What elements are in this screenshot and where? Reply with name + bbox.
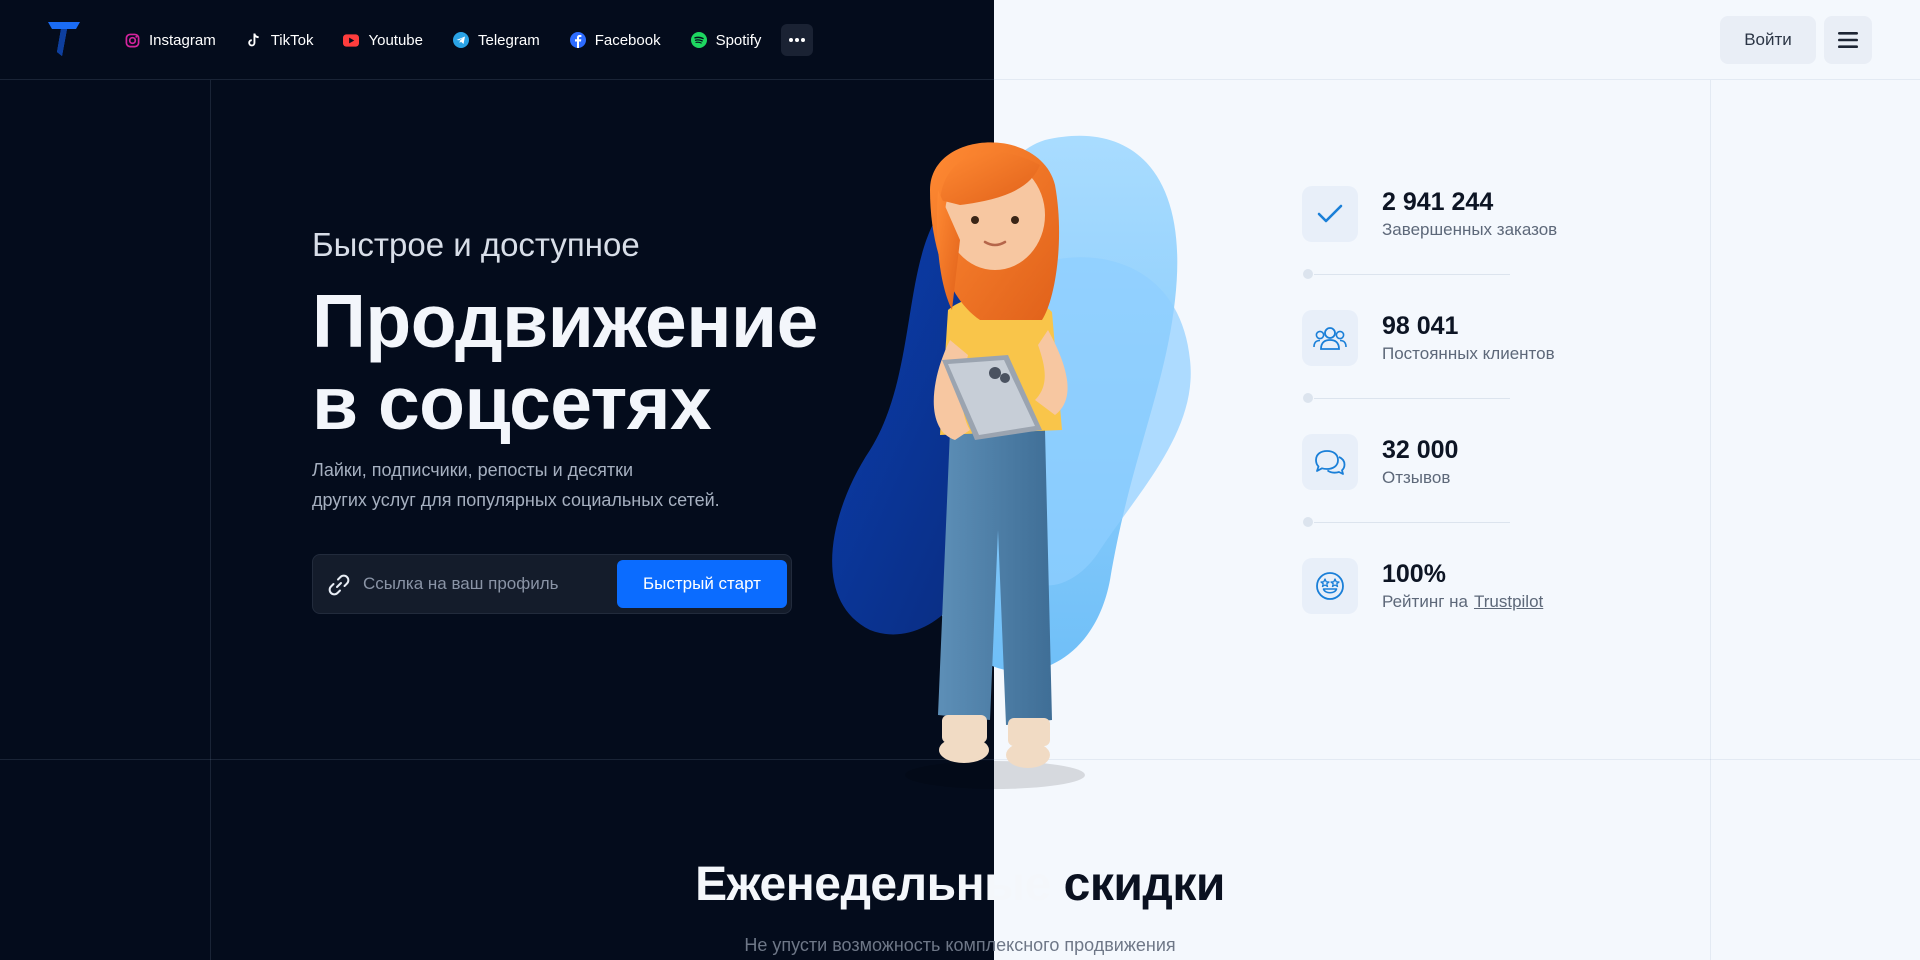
users-icon — [1313, 327, 1347, 350]
stat-icon-box — [1302, 558, 1358, 614]
tiktok-icon — [246, 32, 262, 48]
weekly-discounts-subtitle: Не упусти возможность комплексного продв… — [744, 935, 1176, 955]
nav-facebook[interactable]: Facebook — [569, 31, 661, 49]
quick-start-button[interactable]: Быстрый старт — [617, 560, 787, 608]
nav-youtube[interactable]: Youtube — [343, 32, 423, 49]
checkmark-icon — [1317, 204, 1343, 223]
stat-value: 32 000 — [1382, 436, 1459, 464]
nav-label: Spotify — [715, 31, 762, 49]
hero-description: Лайки, подписчики, репосты и десятки дру… — [312, 455, 782, 515]
nav-instagram[interactable]: Instagram — [124, 32, 216, 49]
telegram-icon — [453, 32, 469, 48]
hero-title-line: Продвижение — [312, 279, 818, 363]
stat-label-text: Рейтинг на — [1382, 592, 1468, 611]
section-title-part: Еженедельные — [695, 858, 1051, 911]
star-struck-face-icon — [1316, 572, 1344, 600]
stat-value: 100% — [1382, 560, 1446, 588]
nav-label: Facebook — [594, 31, 661, 49]
stat-value: 2 941 244 — [1382, 188, 1494, 216]
profile-link-input[interactable] — [363, 569, 613, 599]
stat-label: Завершенных заказов — [1382, 220, 1558, 239]
nav-label: Instagram — [149, 31, 216, 49]
nav-label: Youtube — [368, 31, 423, 49]
hero-kicker: Быстрое и доступное — [312, 226, 640, 263]
hero-character-illustration — [832, 135, 1191, 789]
quick-start-form: Быстрый старт — [312, 554, 792, 614]
stat-divider — [1302, 268, 1510, 280]
section-title-part: скидки — [1063, 858, 1226, 911]
header-divider — [0, 79, 1920, 80]
trustpilot-link[interactable]: Trustpilot — [1474, 592, 1543, 611]
more-dots-icon — [789, 38, 806, 42]
nav-label: TikTok — [270, 31, 314, 49]
stat-icon-box — [1302, 434, 1358, 490]
social-network-nav: Instagram TikTok Youtube Telegram Facebo… — [124, 24, 814, 56]
stat-divider — [1302, 516, 1510, 528]
nav-telegram[interactable]: Telegram — [453, 32, 540, 49]
stat-value: 98 041 — [1382, 312, 1459, 340]
login-button[interactable]: Войти — [1720, 16, 1816, 64]
more-networks-button[interactable] — [781, 24, 814, 56]
grid-line — [1710, 80, 1711, 960]
hero-description-line: других услуг для популярных социальных с… — [312, 490, 720, 510]
hero-title-line: в соцсетях — [312, 361, 712, 445]
hamburger-menu-icon — [1838, 32, 1858, 48]
weekly-discounts-title: Еженедельные скидки — [0, 857, 1920, 912]
stat-label: Отзывов — [1382, 468, 1451, 487]
spotify-icon — [690, 32, 707, 48]
grid-line — [210, 80, 211, 960]
menu-button[interactable] — [1824, 16, 1872, 64]
nav-label: Telegram — [478, 31, 540, 49]
nav-tiktok[interactable]: TikTok — [246, 31, 314, 49]
hero-title: Продвижение в соцсетях — [312, 280, 818, 444]
link-icon — [328, 574, 350, 596]
stat-label: Рейтинг на Trustpilot — [1382, 592, 1543, 612]
instagram-icon — [124, 32, 140, 48]
nav-spotify[interactable]: Spotify — [690, 31, 762, 49]
stat-icon-box — [1302, 186, 1358, 242]
stat-icon-box — [1302, 310, 1358, 366]
hero-description-line: Лайки, подписчики, репосты и десятки — [312, 460, 634, 480]
site-logo[interactable] — [48, 22, 80, 56]
chat-bubbles-icon — [1315, 450, 1346, 475]
youtube-icon — [343, 32, 360, 48]
stat-divider — [1302, 392, 1510, 404]
facebook-icon — [569, 32, 586, 48]
stat-label: Постоянных клиентов — [1382, 344, 1555, 363]
